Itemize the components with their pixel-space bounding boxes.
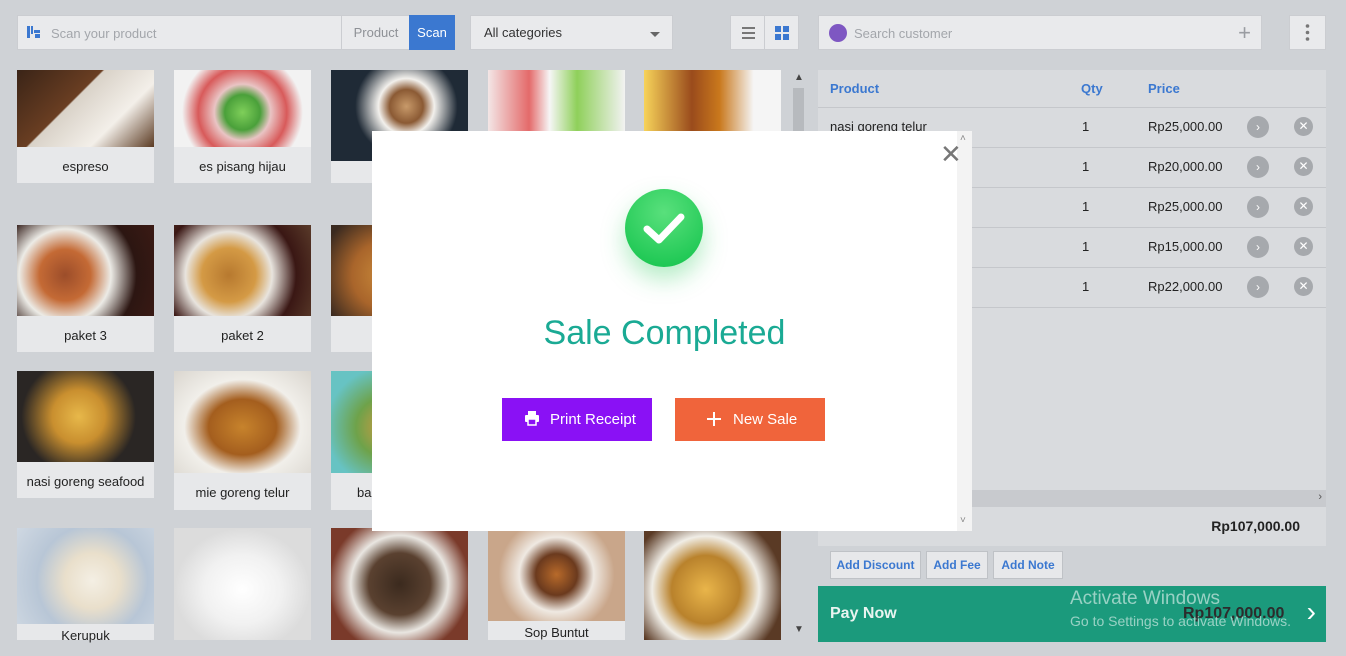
scan-button[interactable]: Scan [409,15,455,50]
chevron-right-icon[interactable]: › [1247,276,1269,298]
cart-item-qty[interactable]: 1 [1082,119,1089,134]
cart-item-qty[interactable]: 1 [1082,199,1089,214]
plus-icon [707,412,721,426]
add-fee-button[interactable]: Add Fee [926,551,988,579]
pay-now-label: Pay Now [830,605,897,622]
product-card[interactable]: Sop Buntut [488,528,625,640]
scan-input[interactable]: Scan your product [51,26,157,41]
more-options-button[interactable] [1289,15,1326,50]
product-name: Kerupuk [61,628,110,643]
dialog-scrollbar[interactable]: ˄ ˅ [957,131,972,531]
barcode-icon [27,26,40,38]
dialog-title: Sale Completed [543,314,786,352]
print-receipt-label: Print Receipt [550,411,636,428]
product-image [174,225,311,316]
product-image [17,528,154,624]
cart-item-price: Rp20,000.00 [1148,159,1223,174]
product-image [17,70,154,147]
cart-item-qty[interactable]: 1 [1082,239,1089,254]
product-image [174,70,311,147]
activation-watermark-title: Activate Windows [1070,588,1220,609]
product-name: paket 2 [221,328,264,343]
col-qty: Qty [1081,81,1103,96]
product-card[interactable]: mie goreng telur [174,371,311,510]
product-card[interactable]: nasi goreng seafood [17,371,154,498]
scroll-up-icon[interactable]: ▲ [794,72,804,83]
product-card[interactable] [644,528,781,640]
product-image [17,225,154,316]
customer-search[interactable]: Search customer + [818,15,1262,50]
cart-item-price: Rp15,000.00 [1148,239,1223,254]
sale-completed-dialog: ˄ ˅ ✕ Sale Completed Print Receipt New S… [372,131,972,531]
scroll-down-icon[interactable]: ▼ [794,624,804,635]
product-search-bar: Scan your product Product Scan [17,15,455,50]
product-name: espreso [62,159,109,174]
close-icon[interactable]: ✕ [940,141,962,167]
product-mode-button[interactable]: Product [341,16,410,49]
chevron-right-icon[interactable]: › [1247,116,1269,138]
scroll-down-icon[interactable]: ˅ [960,515,966,526]
product-name: mie goreng telur [195,485,290,500]
product-image [331,528,468,640]
cart-item-price: Rp25,000.00 [1148,119,1223,134]
add-discount-button[interactable]: Add Discount [830,551,921,579]
product-image [488,528,625,621]
new-sale-label: New Sale [733,411,798,428]
chevron-right-icon[interactable]: › [1247,196,1269,218]
remove-icon[interactable]: ✕ [1294,157,1313,176]
product-card[interactable] [174,528,311,640]
print-receipt-button[interactable]: Print Receipt [502,398,652,441]
user-icon [829,24,847,42]
kebab-menu-icon [1305,24,1310,41]
list-icon [742,27,755,39]
activation-watermark-subtitle: Go to Settings to activate Windows. [1070,613,1291,629]
chevron-right-icon[interactable]: › [1247,156,1269,178]
remove-icon[interactable]: ✕ [1294,237,1313,256]
new-sale-button[interactable]: New Sale [675,398,825,441]
product-card[interactable] [331,528,468,640]
chevron-down-icon [650,32,660,37]
col-price: Price [1148,81,1180,96]
product-image [644,528,781,640]
product-name: paket 3 [64,328,107,343]
cart-item-price: Rp22,000.00 [1148,279,1223,294]
remove-icon[interactable]: ✕ [1294,277,1313,296]
product-name: nasi goreng seafood [26,474,145,489]
category-select[interactable]: All categories [470,15,673,50]
printer-icon [525,411,539,426]
grid-icon [775,26,789,40]
grid-view-button[interactable] [764,15,799,50]
remove-icon[interactable]: ✕ [1294,197,1313,216]
category-select-value: All categories [484,25,563,40]
add-note-button[interactable]: Add Note [993,551,1063,579]
chevron-right-icon[interactable]: › [1247,236,1269,258]
chevron-right-icon: › [1306,596,1316,627]
product-image [174,371,311,473]
list-view-button[interactable] [730,15,765,50]
remove-icon[interactable]: ✕ [1294,117,1313,136]
cart-total: Rp107,000.00 [1211,518,1300,534]
cart-item-qty[interactable]: 1 [1082,279,1089,294]
cart-header: Product Qty Price [818,70,1326,108]
customer-search-input[interactable]: Search customer [854,26,952,41]
product-image [174,528,311,640]
scroll-right-icon[interactable]: › [1318,491,1322,503]
add-customer-icon[interactable]: + [1238,20,1251,46]
product-name: Sop Buntut [524,625,589,640]
cart-item-qty[interactable]: 1 [1082,159,1089,174]
success-check-icon [625,189,703,267]
product-card[interactable]: espreso [17,70,154,183]
product-card[interactable]: paket 3 [17,225,154,352]
product-card[interactable]: Kerupuk [17,528,154,643]
col-product: Product [830,81,880,96]
cart-item-price: Rp25,000.00 [1148,199,1223,214]
product-name: es pisang hijau [199,159,286,174]
product-card[interactable]: paket 2 [174,225,311,352]
product-image [17,371,154,462]
product-card[interactable]: es pisang hijau [174,70,311,183]
